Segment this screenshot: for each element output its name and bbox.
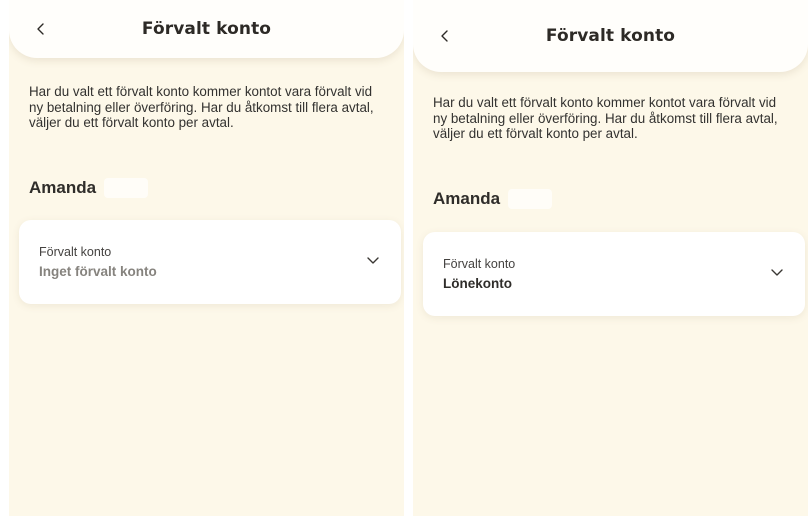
page-title: Förvalt konto xyxy=(141,19,272,39)
chevron-left-icon xyxy=(37,23,44,35)
comparison-stage: Förvalt konto Har du valt ett förvalt ko… xyxy=(0,0,808,516)
default-account-dropdown[interactable]: Förvalt konto Inget förvalt konto xyxy=(19,220,401,304)
back-button[interactable] xyxy=(433,24,457,48)
redacted-surname xyxy=(508,189,553,209)
redacted-surname xyxy=(104,178,149,198)
dropdown-value: Lönekonto xyxy=(443,276,512,291)
account-owner-heading: Amanda xyxy=(29,178,149,198)
account-owner-heading: Amanda xyxy=(433,189,553,209)
default-account-screen-after: Förvalt konto Har du valt ett förvalt ko… xyxy=(413,0,808,516)
top-app-bar: Förvalt konto xyxy=(413,0,808,72)
info-description: Har du valt ett förvalt konto kommer kon… xyxy=(433,95,778,141)
back-button[interactable] xyxy=(29,17,53,41)
owner-name: Amanda xyxy=(433,189,501,208)
dropdown-label: Förvalt konto xyxy=(39,245,112,259)
default-account-screen-before: Förvalt konto Har du valt ett förvalt ko… xyxy=(9,0,404,516)
chevron-down-icon xyxy=(769,264,785,280)
info-description: Har du valt ett förvalt konto kommer kon… xyxy=(29,84,374,130)
owner-name: Amanda xyxy=(29,178,97,197)
top-app-bar: Förvalt konto xyxy=(9,0,404,58)
dropdown-value: Inget förvalt konto xyxy=(39,264,157,279)
page-title: Förvalt konto xyxy=(545,26,676,46)
default-account-dropdown[interactable]: Förvalt konto Lönekonto xyxy=(423,232,805,316)
dropdown-label: Förvalt konto xyxy=(443,257,516,271)
chevron-down-icon xyxy=(365,252,381,268)
chevron-left-icon xyxy=(441,30,448,42)
